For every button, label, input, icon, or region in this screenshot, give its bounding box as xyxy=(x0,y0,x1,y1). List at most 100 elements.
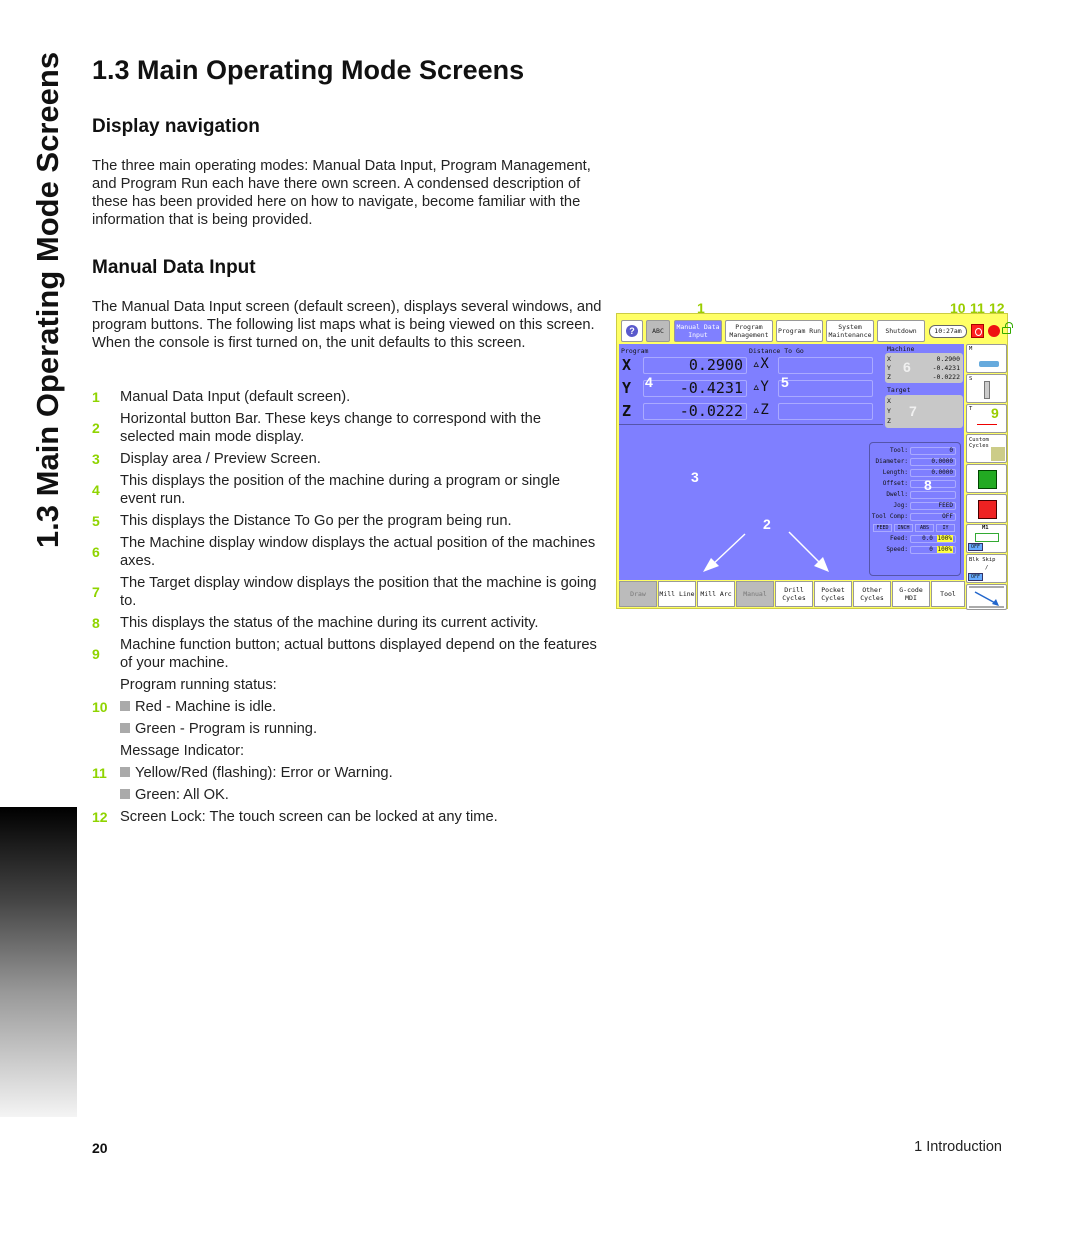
bottom-button-bar: Draw Mill Line Mill Arc Manual Drill Cyc… xyxy=(619,581,965,608)
arrow-left xyxy=(710,533,746,567)
feed-label: Feed: xyxy=(889,535,908,542)
dwell-value[interactable] xyxy=(910,491,956,499)
optional-stop-icon xyxy=(975,533,999,542)
speed-override[interactable]: 100% xyxy=(936,546,953,553)
drill-cycles-button[interactable]: Drill Cycles xyxy=(775,581,813,607)
tool-value[interactable]: 0 xyxy=(910,447,956,455)
heading-manual-data-input: Manual Data Input xyxy=(92,257,256,278)
page-toggle-icon xyxy=(969,586,1004,608)
arrow-right xyxy=(788,531,822,565)
item-number: 3 xyxy=(92,451,100,467)
item-text: Message Indicator: xyxy=(120,743,245,759)
item-text: This displays the position of the machin… xyxy=(120,473,561,507)
paragraph-manual-data-input: The Manual Data Input screen (default sc… xyxy=(92,299,602,351)
cycle-start-button[interactable] xyxy=(966,464,1007,493)
feed-mode-chip[interactable]: FEED xyxy=(873,524,892,532)
mill-arc-button[interactable]: Mill Arc xyxy=(697,581,735,607)
list-item: 9 Machine function button; actual buttons… xyxy=(92,634,597,674)
tool-change-icon xyxy=(977,424,997,425)
m-label: M xyxy=(969,346,973,352)
item-number: 12 xyxy=(92,809,108,825)
tool-button[interactable]: Tool xyxy=(931,581,965,607)
item-text: Manual Data Input (default screen). xyxy=(120,389,351,405)
diameter-label: Diameter: xyxy=(875,458,908,465)
screen-lock-icon[interactable] xyxy=(1002,322,1013,334)
m1-state: OFF xyxy=(968,543,984,551)
item-number: 10 xyxy=(92,699,108,715)
m-button[interactable]: M xyxy=(966,344,1007,373)
item-text: Green - Program is running. xyxy=(135,721,318,737)
speed-label: Speed: xyxy=(886,546,908,553)
manual-button[interactable]: Manual xyxy=(736,581,774,607)
chapter-name: 1 Introduction xyxy=(914,1139,1002,1155)
message-indicator-icon[interactable] xyxy=(988,325,1000,337)
block-skip-button[interactable]: Blk Skip / OFF xyxy=(966,554,1007,583)
list-item: 5 This displays the Distance To Go per th… xyxy=(92,510,597,532)
jog-value[interactable]: FEED xyxy=(910,502,956,510)
draw-button[interactable]: Draw xyxy=(619,581,657,607)
bullet-square-icon xyxy=(120,767,130,777)
item-text: Red - Machine is idle. xyxy=(135,699,277,715)
item-text: This displays the status of the machine … xyxy=(120,615,539,631)
mill-line-button[interactable]: Mill Line xyxy=(658,581,696,607)
heading-display-navigation: Display navigation xyxy=(92,116,260,137)
abs-inc-chip[interactable]: ABS xyxy=(915,524,934,532)
bullet-square-icon xyxy=(120,723,130,733)
dro-screenshot: ? ABC Manual Data Input Program Manageme… xyxy=(616,313,1013,610)
system-maintenance-tab[interactable]: System Maintenance xyxy=(826,320,874,342)
page-number: 20 xyxy=(92,1140,108,1156)
s-button[interactable]: S xyxy=(966,374,1007,403)
list-item: 2 Horizontal button Bar. These keys chang… xyxy=(92,408,597,448)
plane-chip[interactable]: IY xyxy=(936,524,955,532)
item-number: 4 xyxy=(92,482,100,498)
program-status-icon xyxy=(971,324,984,338)
chapter-thumb-tab xyxy=(0,807,77,1117)
m1-button[interactable]: M1 OFF xyxy=(966,524,1007,553)
tool-comp-value[interactable]: OFF xyxy=(910,513,956,521)
m1-label: M1 xyxy=(982,525,989,531)
program-run-tab[interactable]: Program Run xyxy=(776,320,823,342)
offset-label: Offset: xyxy=(882,480,908,487)
list-item: Green: All OK. xyxy=(92,784,597,806)
item-text: Horizontal button Bar. These keys change… xyxy=(120,411,542,445)
item-text: Machine function button; actual buttons … xyxy=(120,637,597,671)
page-toggle-button[interactable] xyxy=(966,584,1007,610)
callout-9: 9 xyxy=(991,405,999,421)
length-label: Length: xyxy=(882,469,908,476)
help-icon: ? xyxy=(626,325,638,337)
item-number: 11 xyxy=(92,765,107,781)
s-label: S xyxy=(969,376,973,382)
item-number: 8 xyxy=(92,615,100,631)
other-cycles-button[interactable]: Other Cycles xyxy=(853,581,891,607)
t-button[interactable]: T9 xyxy=(966,404,1007,433)
item-text: Program running status: xyxy=(120,677,277,693)
blk-skip-label: Blk Skip xyxy=(969,557,996,563)
diameter-value: 0.0000 xyxy=(910,458,956,466)
machine-icon xyxy=(979,361,999,367)
offset-value[interactable] xyxy=(910,480,956,488)
t-label: T xyxy=(969,406,973,412)
display-area: Program Distance To Go X 0.2900 ▵X Y -0.… xyxy=(619,344,964,580)
bullet-square-icon xyxy=(120,701,130,711)
cycle-stop-button[interactable] xyxy=(966,494,1007,523)
item-number: 2 xyxy=(92,420,100,436)
blk-skip-symbol: / xyxy=(985,565,989,571)
units-chip[interactable]: INCH xyxy=(894,524,913,532)
pocket-cycles-button[interactable]: Pocket Cycles xyxy=(814,581,852,607)
list-item: 1 Manual Data Input (default screen). xyxy=(92,386,597,408)
item-number: 6 xyxy=(92,544,100,560)
clock: 10:27am xyxy=(929,325,967,338)
manual-data-input-tab[interactable]: Manual Data Input xyxy=(674,320,722,342)
list-item: Message Indicator: xyxy=(92,740,597,762)
abc-button[interactable]: ABC xyxy=(646,320,670,342)
list-item: 4 This displays the position of the machi… xyxy=(92,470,597,510)
feed-override[interactable]: 100% xyxy=(936,535,953,542)
item-text: Display area / Preview Screen. xyxy=(120,451,321,467)
item-text: This displays the Distance To Go per the… xyxy=(120,513,512,529)
help-button[interactable]: ? xyxy=(621,320,643,342)
custom-cycles-button[interactable]: Custom Cycles xyxy=(966,434,1007,463)
shutdown-button[interactable]: Shutdown xyxy=(877,320,925,342)
item-text: Screen Lock: The touch screen can be loc… xyxy=(120,809,498,825)
program-management-tab[interactable]: Program Management xyxy=(725,320,773,342)
gcode-mdi-button[interactable]: G-code MDI xyxy=(892,581,930,607)
